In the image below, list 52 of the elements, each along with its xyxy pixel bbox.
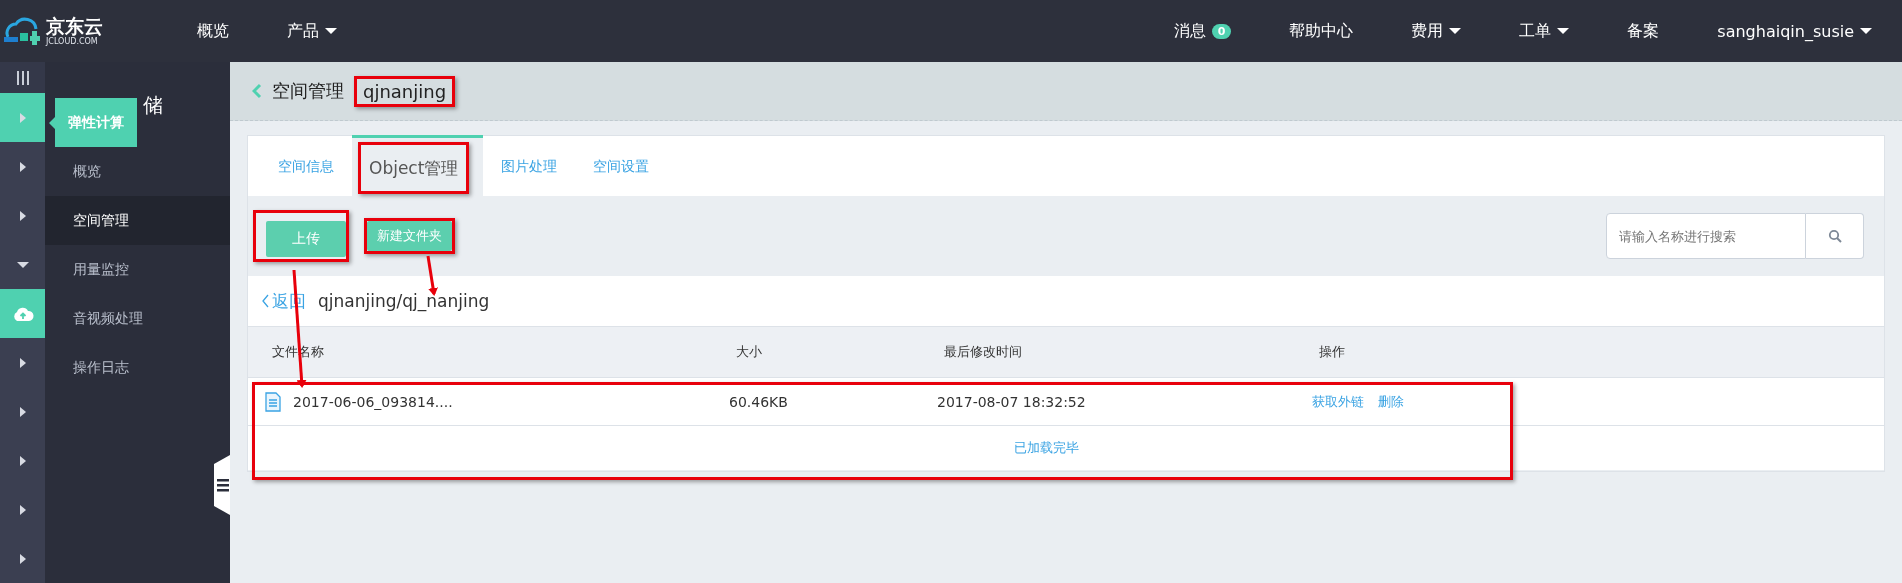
sidebar-item[interactable]: 操作日志 xyxy=(45,343,230,392)
nav-item[interactable]: 备案 xyxy=(1627,20,1660,42)
column-header: 最后修改时间 xyxy=(944,343,1023,361)
page-title: 空间管理 xyxy=(272,79,344,103)
table-cell: 2017-06-06_093814.... xyxy=(293,393,453,410)
column-header: 操作 xyxy=(1319,343,1346,361)
load-status: 已加载完毕 xyxy=(1013,439,1079,457)
cloud-upload-icon xyxy=(11,305,34,322)
cloud-logo-icon xyxy=(2,15,42,47)
tooltip: 弹性计算 xyxy=(49,98,137,147)
arrow-icon xyxy=(19,504,26,515)
file-icon xyxy=(265,391,281,412)
caret-icon xyxy=(16,261,29,268)
chevron-left-icon xyxy=(262,294,269,308)
arrow-icon xyxy=(19,161,26,172)
nav-item[interactable]: 费用 xyxy=(1411,20,1462,42)
back-icon[interactable] xyxy=(252,83,262,99)
nav-item[interactable]: 工单 xyxy=(1519,20,1570,42)
arrow-icon xyxy=(19,210,26,221)
bucket-name: qjnanjing xyxy=(363,80,447,102)
caret-icon xyxy=(1860,28,1872,34)
nav-item[interactable]: 产品 xyxy=(287,20,337,42)
caret-icon xyxy=(325,28,337,34)
arrow-icon xyxy=(19,553,26,564)
column-header: 大小 xyxy=(736,343,763,361)
nav-item[interactable]: sanghaiqin_susie xyxy=(1717,20,1872,42)
search-field[interactable]: 请输入名称进行搜索 xyxy=(1606,213,1806,259)
table-cell-text: 60.46KB xyxy=(729,393,789,410)
list-icon xyxy=(217,478,229,492)
arrow-icon xyxy=(19,455,26,466)
caret-icon xyxy=(1449,28,1462,34)
nav-item[interactable]: 帮助中心 xyxy=(1289,20,1354,42)
sidebar-item[interactable]: 音视频处理 xyxy=(45,294,230,343)
nav-item[interactable]: 概览 xyxy=(197,20,229,42)
nav-item[interactable]: 消息 0 xyxy=(1173,20,1232,42)
sidebar-item[interactable]: 用量监控 xyxy=(45,245,230,294)
sidebar-title: 储 xyxy=(143,92,163,119)
arrow-icon xyxy=(19,112,26,123)
table-cell-text: 2017-08-07 18:32:52 xyxy=(937,393,1087,410)
count-badge: 0 xyxy=(1211,23,1232,39)
logo-name: 京东云 xyxy=(46,16,103,36)
folder-path: qjnanjing/qj_nanjing xyxy=(318,291,490,311)
arrow-icon xyxy=(19,406,26,417)
search-button[interactable] xyxy=(1806,213,1864,259)
sidebar-item[interactable]: 概览 xyxy=(45,147,230,196)
search-icon xyxy=(1827,229,1842,243)
caret-icon xyxy=(1557,28,1570,34)
arrow-icon xyxy=(19,357,26,368)
sidebar-item[interactable]: 空间管理 xyxy=(45,196,230,245)
menu-icon[interactable] xyxy=(15,69,30,86)
tab[interactable]: Object管理 xyxy=(361,145,467,191)
logo-domain: JCLOUD.COM xyxy=(46,37,99,46)
